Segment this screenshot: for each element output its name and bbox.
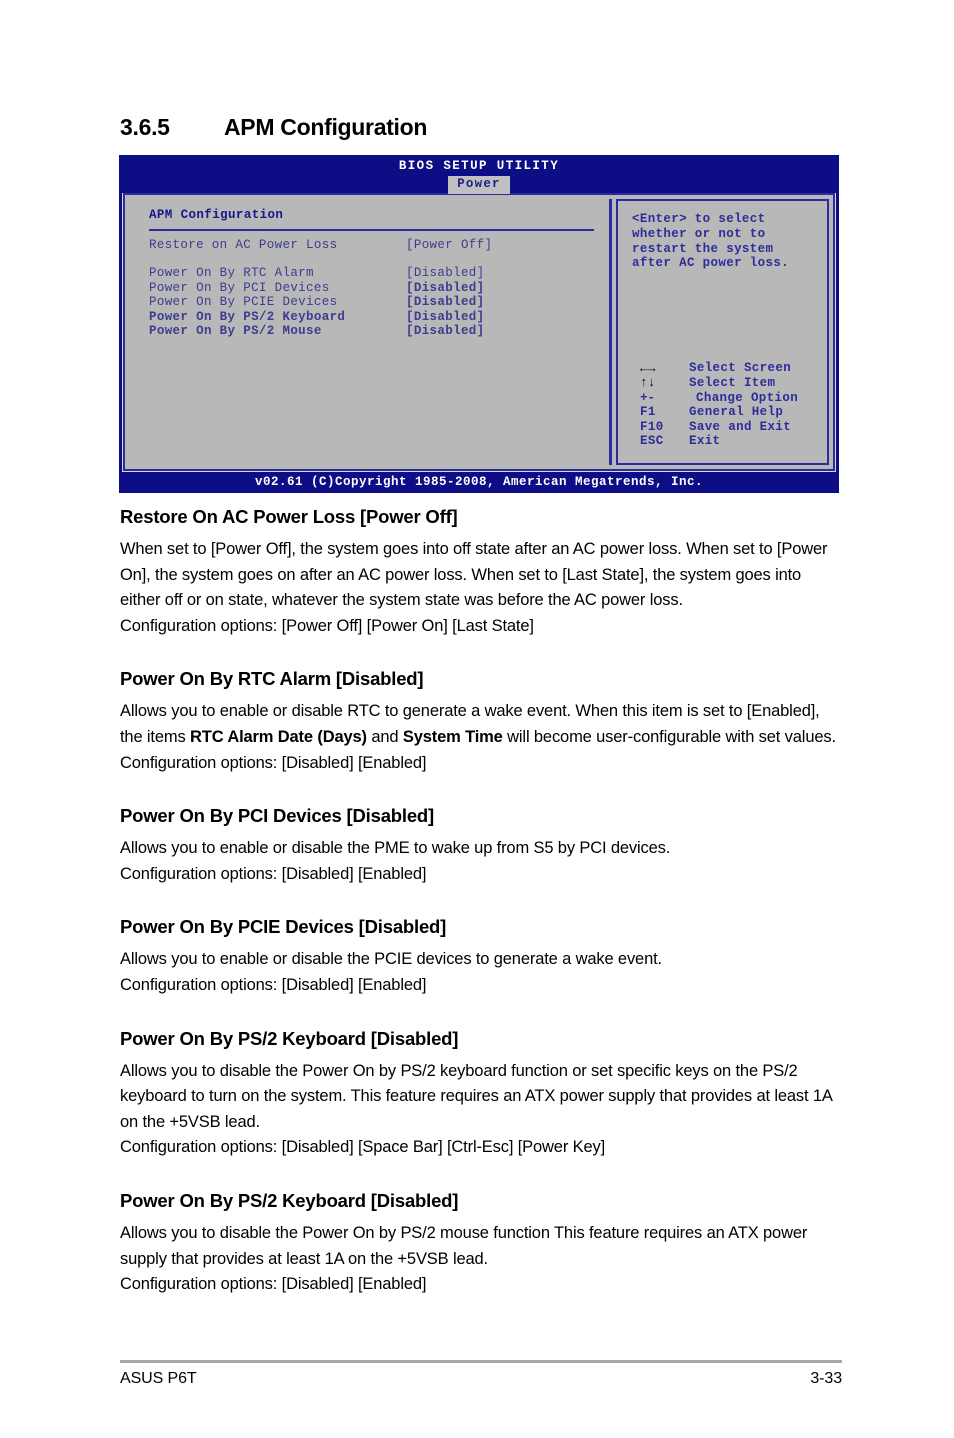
section-title: APM Configuration [224, 114, 428, 140]
page-root: 3.6.5 APM Configuration BIOS SETUP UTILI… [0, 0, 954, 1438]
key-legend-row: ↑↓ Select Item [640, 376, 798, 391]
setting-row-power-on-by-ps2-keyboard[interactable]: Power On By PS/2 Keyboard [Disabled] [149, 310, 609, 324]
body-paragraph: Allows you to disable the Power On by PS… [120, 1059, 842, 1161]
plus-minus-icon: +- [640, 390, 656, 405]
bold-term-system-time: System Time [402, 727, 503, 746]
doc-section-power-on-by-rtc-alarm: Power On By RTC Alarm [Disabled] Allows … [120, 668, 842, 776]
setting-value[interactable]: [Disabled] [406, 281, 485, 295]
key-legend-row: ESC Exit [640, 434, 798, 449]
setting-label: Restore on AC Power Loss [149, 238, 338, 252]
doc-section-power-on-by-pcie-devices: Power On By PCIE Devices [Disabled] Allo… [120, 916, 842, 998]
setting-row-restore-on-ac-power-loss[interactable]: Restore on AC Power Loss [Power Off] [149, 238, 609, 252]
key-legend-row: F10 Save and Exit [640, 420, 798, 435]
key-legend-row: F1 General Help [640, 405, 798, 420]
setting-value[interactable]: [Disabled] [406, 310, 485, 324]
key-legend-row: ←→ Select Screen [640, 361, 798, 376]
page-title: 3.6.5 APM Configuration [120, 114, 840, 141]
body-text: Allows you to disable the Power On by PS… [120, 1061, 832, 1131]
bios-copyright-footer: v02.61 (C)Copyright 1985-2008, American … [119, 471, 839, 493]
key-legend-desc: Save and Exit [689, 419, 792, 434]
config-options-text: Configuration options: [Power Off] [Powe… [120, 616, 534, 635]
config-options-text: Configuration options: [Disabled] [Enabl… [120, 864, 427, 883]
key-legend-desc: Exit [689, 434, 721, 449]
setting-value[interactable]: [Power Off] [406, 238, 492, 252]
doc-section-power-on-by-pci-devices: Power On By PCI Devices [Disabled] Allow… [120, 805, 842, 887]
body-paragraph: Allows you to disable the Power On by PS… [120, 1221, 842, 1298]
sub-heading: Power On By PCI Devices [Disabled] [120, 805, 434, 827]
pane-divider [609, 199, 612, 465]
body-text: will become user-configurable with set v… [502, 727, 836, 746]
doc-section-power-on-by-ps2-mouse: Power On By PS/2 Keyboard [Disabled] All… [120, 1190, 842, 1298]
heading-divider [149, 229, 594, 231]
help-line-3: restart the system [632, 241, 774, 256]
bios-setup-screenshot: BIOS SETUP UTILITY Power APM Configurati… [119, 155, 839, 493]
key-legend-desc: Select Screen [689, 361, 792, 376]
bios-title: BIOS SETUP UTILITY [398, 159, 560, 173]
bios-tab-row: Power [119, 175, 839, 194]
config-options-text: Configuration options: [Disabled] [Space… [120, 1138, 606, 1157]
setting-label: Power On By PS/2 Mouse [149, 323, 322, 338]
body-text: Allows you to enable or disable the PME … [120, 839, 671, 858]
up-down-arrow-icon: ↑↓ [640, 375, 656, 391]
left-right-arrow-icon: ←→ [640, 360, 656, 376]
body-paragraph: When set to [Power Off], the system goes… [120, 537, 842, 639]
body-text: Allows you to disable the Power On by PS… [120, 1223, 808, 1268]
bios-body: APM Configuration Restore on AC Power Lo… [122, 192, 836, 472]
doc-section-restore-on-ac-power-loss: Restore On AC Power Loss [Power Off] Whe… [120, 506, 842, 639]
sub-heading: Power On By RTC Alarm [Disabled] [120, 668, 424, 690]
help-line-4: after AC power loss. [632, 256, 790, 271]
body-text: Allows you to enable or disable the PCIE… [120, 950, 662, 969]
setting-row-power-on-by-pcie-devices[interactable]: Power On By PCIE Devices [Disabled] [149, 295, 609, 309]
body-text: and [366, 727, 403, 746]
footer-page-number: 3-33 [810, 1370, 842, 1387]
sub-heading: Restore On AC Power Loss [Power Off] [120, 506, 458, 527]
body-paragraph: Allows you to enable or disable the PCIE… [120, 947, 842, 998]
setting-row-power-on-by-pci-devices[interactable]: Power On By PCI Devices [Disabled] [149, 281, 609, 295]
doc-body: Restore On AC Power Loss [Power Off] Whe… [120, 506, 842, 1320]
key-legend-desc: Select Item [689, 376, 776, 391]
key-legend-desc: Change Option [696, 390, 799, 405]
config-options-text: Configuration options: [Disabled] [Enabl… [120, 1275, 427, 1294]
sub-heading: Power On By PS/2 Keyboard [Disabled] [120, 1189, 459, 1211]
bold-term-rtc-alarm-date: RTC Alarm Date (Days) [190, 727, 367, 746]
apm-configuration-heading: APM Configuration [149, 208, 284, 222]
f10-key-label: F10 [640, 419, 664, 434]
config-options-text: Configuration options: [Disabled] [Enabl… [120, 975, 427, 994]
sub-heading: Power On By PCIE Devices [Disabled] [120, 916, 447, 938]
bios-titlebar: BIOS SETUP UTILITY Power [119, 155, 839, 194]
setting-value[interactable]: [Disabled] [406, 295, 485, 309]
setting-value[interactable]: [Disabled] [406, 324, 485, 338]
bios-key-legend: ←→ Select Screen ↑↓ Select Item +- Chang… [640, 361, 798, 449]
section-number: 3.6.5 [120, 114, 170, 140]
setting-label: Power On By PCIE Devices [149, 295, 338, 310]
help-line-1: <Enter> to select [632, 212, 766, 226]
row-spacer [149, 252, 609, 266]
config-options-text: Configuration options: [Disabled] [Enabl… [120, 753, 427, 772]
body-paragraph: Allows you to enable or disable the PME … [120, 836, 842, 887]
bios-settings-pane: APM Configuration Restore on AC Power Lo… [125, 195, 609, 469]
footer-divider [120, 1360, 842, 1363]
body-paragraph: Allows you to enable or disable RTC to g… [120, 699, 842, 776]
bios-help-pane: <Enter> to select whether or not to rest… [616, 199, 829, 465]
setting-label: Power On By PS/2 Keyboard [149, 309, 346, 324]
esc-key-label: ESC [640, 434, 664, 449]
setting-value[interactable]: [Disabled] [406, 266, 485, 280]
f1-key-label: F1 [640, 405, 656, 420]
setting-row-power-on-by-ps2-mouse[interactable]: Power On By PS/2 Mouse [Disabled] [149, 324, 609, 338]
tab-power[interactable]: Power [448, 176, 510, 194]
setting-label: Power On By RTC Alarm [149, 266, 314, 281]
doc-section-power-on-by-ps2-keyboard: Power On By PS/2 Keyboard [Disabled] All… [120, 1028, 842, 1161]
key-legend-desc: General Help [689, 405, 784, 420]
help-line-2: whether or not to [632, 226, 766, 241]
body-text: When set to [Power Off], the system goes… [120, 540, 828, 610]
setting-row-power-on-by-rtc-alarm[interactable]: Power On By RTC Alarm [Disabled] [149, 266, 609, 280]
setting-label: Power On By PCI Devices [149, 280, 330, 295]
sub-heading: Power On By PS/2 Keyboard [Disabled] [120, 1027, 459, 1049]
key-legend-row: +- Change Option [640, 391, 798, 406]
